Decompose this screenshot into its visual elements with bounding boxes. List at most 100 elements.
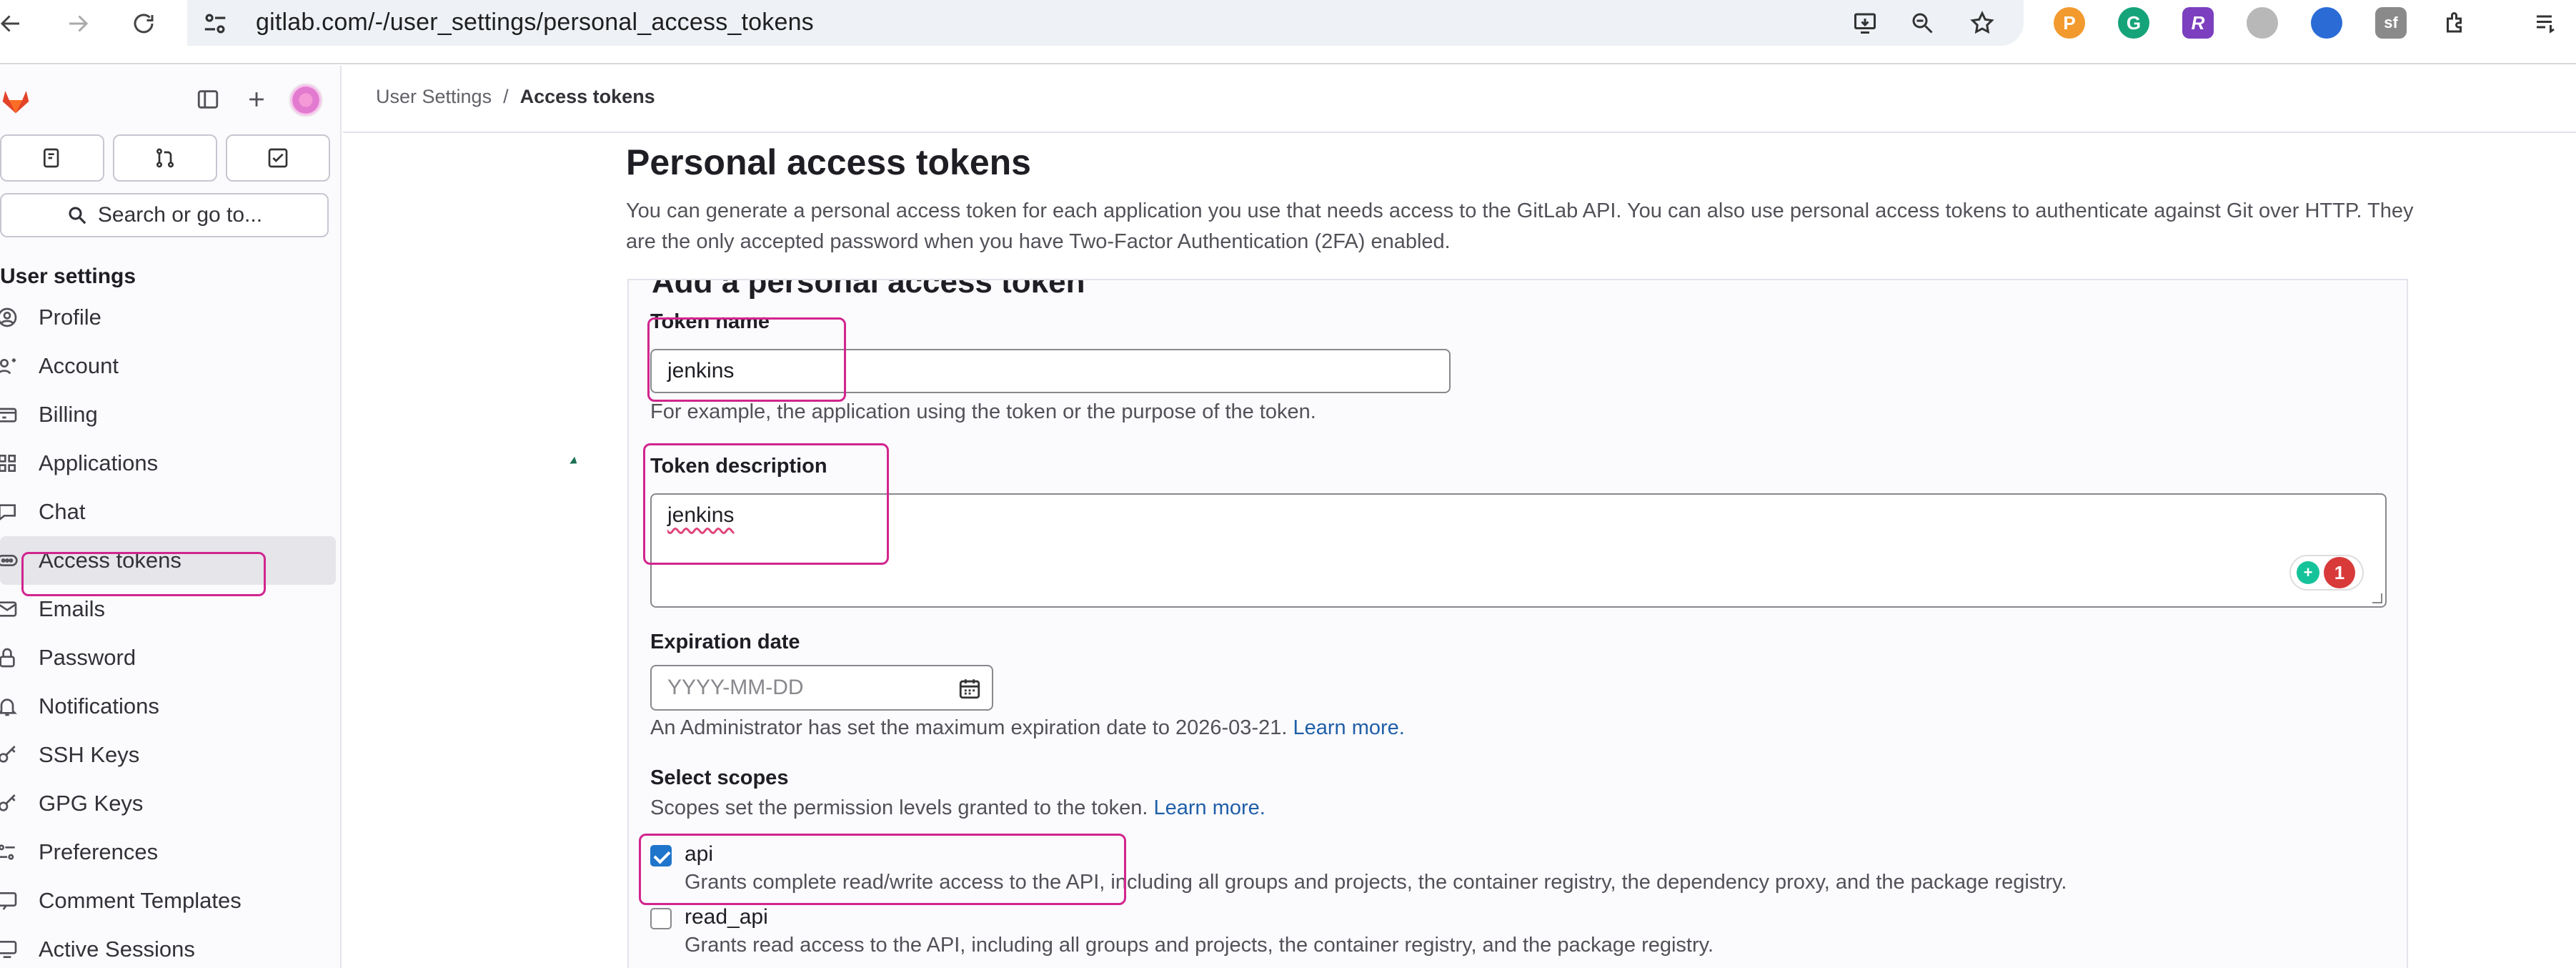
extension-orange-p[interactable]: P (2054, 7, 2085, 39)
sidebar-item-active-sessions[interactable]: Active Sessions (0, 925, 336, 968)
extensions-icon[interactable] (2440, 7, 2471, 39)
chat-icon (0, 499, 21, 525)
zoom-icon[interactable] (1906, 7, 1938, 39)
gitlab-logo-icon[interactable] (0, 84, 31, 116)
breadcrumb: User Settings / Access tokens (376, 86, 655, 108)
scope-read-api-name[interactable]: read_api (685, 905, 768, 929)
sidebar-item-gpg-keys[interactable]: GPG Keys (0, 779, 336, 828)
merge-requests-tab[interactable] (113, 134, 217, 182)
expiration-date-input[interactable]: YYYY-MM-DD (650, 665, 993, 711)
token-name-value: jenkins (667, 359, 735, 382)
applications-icon (0, 450, 21, 476)
extension-blue-dots[interactable] (2311, 7, 2342, 39)
reading-list-icon[interactable] (2530, 7, 2561, 39)
sidebar-item-label: GPG Keys (39, 791, 144, 816)
sidebar-item-applications[interactable]: Applications (0, 439, 336, 488)
todos-tab[interactable] (226, 134, 330, 182)
sidebar-item-chat[interactable]: Chat (0, 488, 336, 536)
address-bar[interactable]: gitlab.com/-/user_settings/personal_acce… (187, 0, 2024, 46)
breadcrumb-access-tokens[interactable]: Access tokens (520, 86, 655, 108)
token-name-help: For example, the application using the t… (650, 400, 1316, 423)
header-divider (343, 132, 2576, 133)
sidebar-item-label: Applications (39, 450, 159, 475)
grammarly-count: 1 (2324, 557, 2355, 588)
page-intro: You can generate a personal access token… (626, 199, 2414, 253)
plus-icon[interactable] (240, 83, 273, 116)
token-description-label: Token description (650, 455, 827, 478)
add-token-form: Add a personal access token Token name j… (627, 279, 2408, 968)
sidebar: Search or go to... User settings Profile… (0, 66, 342, 968)
sidebar-item-label: Password (39, 645, 136, 670)
scopes-label: Select scopes (650, 766, 789, 789)
forward-icon[interactable] (60, 6, 96, 41)
expiration-help-text: An Administrator has set the maximum exp… (650, 716, 1288, 739)
sidebar-item-label: Billing (39, 402, 98, 427)
toggle-sidebar-icon[interactable] (192, 83, 224, 116)
sidebar-item-notifications[interactable]: Notifications (0, 682, 336, 731)
avatar[interactable] (289, 83, 323, 117)
sidebar-item-label: Emails (39, 596, 106, 621)
issues-tab[interactable] (0, 134, 104, 182)
search-label: Search or go to... (97, 203, 263, 227)
breadcrumb-user-settings[interactable]: User Settings (376, 86, 492, 108)
sidebar-item-billing[interactable]: Billing (0, 390, 336, 439)
preferences-icon (0, 839, 21, 865)
resize-handle-icon[interactable] (2372, 593, 2382, 603)
url-text[interactable]: gitlab.com/-/user_settings/personal_acce… (256, 9, 814, 36)
token-name-input[interactable]: jenkins (650, 349, 1451, 393)
sidebar-item-access-tokens[interactable]: Access tokens (0, 536, 336, 585)
lock-icon (0, 645, 21, 671)
scopes-learn-more-link[interactable]: Learn more. (1153, 796, 1265, 819)
profile-icon (0, 305, 21, 330)
scopes-help-text: Scopes set the permission levels granted… (650, 796, 1148, 819)
comment-icon (0, 888, 21, 914)
extension-elephant[interactable] (2247, 7, 2278, 39)
token-name-label: Token name (650, 310, 770, 333)
sidebar-item-password[interactable]: Password (0, 633, 336, 682)
grammarly-icon: + (2297, 561, 2319, 584)
sidebar-item-profile[interactable]: Profile (0, 293, 336, 342)
scope-api-checkbox[interactable] (650, 845, 672, 866)
sidebar-item-comment-templates[interactable]: Comment Templates (0, 876, 336, 925)
expiration-label: Expiration date (650, 631, 800, 653)
sidebar-item-preferences[interactable]: Preferences (0, 828, 336, 876)
sidebar-item-label: Profile (39, 305, 101, 330)
sidebar-quick-tabs (0, 134, 330, 182)
sidebar-item-account[interactable]: Account (0, 342, 336, 390)
sidebar-item-emails[interactable]: Emails (0, 585, 336, 633)
merge-request-icon (156, 148, 174, 168)
account-icon (0, 353, 21, 379)
expiration-learn-more-link[interactable]: Learn more. (1293, 716, 1404, 739)
key-icon (0, 742, 21, 768)
email-icon (0, 596, 21, 622)
bookmark-star-icon[interactable] (1966, 7, 1998, 39)
sidebar-item-ssh-keys[interactable]: SSH Keys (0, 731, 336, 779)
sidebar-item-label: Preferences (39, 839, 159, 864)
scope-api-name[interactable]: api (685, 842, 713, 866)
scope-read-api-checkbox[interactable] (650, 908, 672, 929)
scope-read-api-description: Grants read access to the API, including… (685, 934, 1714, 957)
issues-icon (44, 148, 59, 168)
sidebar-item-label: Account (39, 353, 119, 378)
grammarly-widget[interactable]: + 1 (2289, 555, 2364, 591)
token-description-textarea[interactable]: jenkins + 1 (650, 493, 2387, 608)
install-icon[interactable] (1849, 7, 1881, 39)
reload-icon[interactable] (126, 6, 161, 41)
breadcrumb-separator: / (503, 86, 509, 107)
site-info-icon[interactable] (202, 10, 229, 37)
back-icon[interactable] (0, 6, 29, 41)
extension-purple-r[interactable]: R (2182, 7, 2214, 39)
sidebar-item-label: Active Sessions (39, 937, 195, 962)
extension-grammarly[interactable]: G (2118, 7, 2149, 39)
token-description-value: jenkins (667, 503, 735, 527)
sidebar-nav: Profile Account Billing Applications Chat Acc… (0, 293, 336, 968)
scope-api-description: Grants complete read/write access to the… (685, 871, 2067, 894)
sidebar-item-label: Comment Templates (39, 888, 242, 913)
extension-sql[interactable]: sf (2375, 7, 2407, 39)
bell-icon (0, 693, 21, 719)
token-icon (0, 548, 21, 573)
sidebar-item-label: Notifications (39, 693, 159, 718)
sidebar-item-label: Access tokens (39, 548, 181, 573)
search-button[interactable]: Search or go to... (0, 193, 329, 237)
calendar-icon[interactable] (958, 676, 982, 701)
